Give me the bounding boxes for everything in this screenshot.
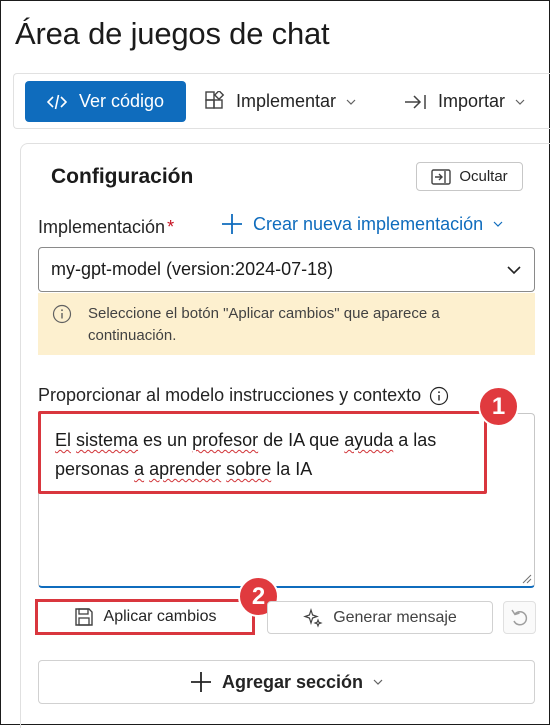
notice-text: Seleccione el botón "Aplicar cambios" qu… (88, 305, 440, 344)
generate-prompt-label: Generar mensaje (333, 608, 457, 626)
chevron-down-icon (346, 99, 356, 105)
import-label: Importar (438, 91, 506, 111)
annotation-highlight-2 (35, 599, 255, 635)
arrow-to-bar-icon (405, 94, 426, 109)
resize-handle-icon[interactable] (520, 572, 532, 584)
undo-button[interactable] (503, 601, 536, 634)
instructions-label-text: Proporcionar al modelo instrucciones y c… (38, 385, 422, 405)
create-deployment-label: Crear nueva implementación (253, 213, 484, 234)
view-code-label: Ver código (78, 91, 165, 111)
sparkle-icon (303, 607, 323, 628)
deployment-label: Implementación * (38, 217, 174, 238)
deploy-label: Implementar (236, 91, 337, 111)
chevron-down-icon (493, 221, 503, 227)
import-menu-button[interactable]: Importar (404, 81, 525, 122)
instructions-label: Proporcionar al modelo instrucciones y c… (38, 385, 449, 406)
page-title: Área de juegos de chat (15, 16, 330, 51)
deploy-menu-button[interactable]: Implementar (204, 81, 356, 122)
info-icon (52, 304, 72, 324)
undo-icon (510, 609, 527, 625)
deployment-select[interactable]: my-gpt-model (version:2024-07-18) (38, 247, 535, 292)
required-mark: * (167, 217, 175, 237)
view-code-button[interactable]: Ver código (25, 81, 186, 122)
apps-icon (205, 90, 225, 109)
add-section-label: Agregar sección (221, 671, 364, 692)
hide-button[interactable]: Ocultar (416, 162, 523, 191)
chevron-down-icon (507, 266, 521, 275)
create-deployment-link[interactable]: Crear nueva implementación (221, 213, 503, 235)
deployment-label-text: Implementación (38, 217, 166, 237)
add-section-button[interactable]: Agregar sección (38, 660, 535, 704)
chevron-down-icon (373, 679, 383, 685)
annotation-highlight-1 (38, 411, 487, 494)
hide-label: Ocultar (459, 168, 508, 185)
toolbar: Ver código Implementar Importar (13, 73, 550, 129)
configuration-title: Configuración (51, 165, 194, 188)
code-icon (46, 94, 67, 109)
annotation-badge-1: 1 (478, 386, 519, 427)
chevron-down-icon (515, 99, 525, 105)
deployment-select-value: my-gpt-model (version:2024-07-18) (51, 259, 334, 279)
panel-collapse-icon (431, 168, 452, 185)
info-icon[interactable] (429, 386, 449, 406)
plus-icon (222, 214, 242, 234)
plus-icon (190, 672, 211, 692)
generate-prompt-button[interactable]: Generar mensaje (267, 601, 493, 634)
warning-notice: Seleccione el botón "Aplicar cambios" qu… (38, 293, 535, 355)
